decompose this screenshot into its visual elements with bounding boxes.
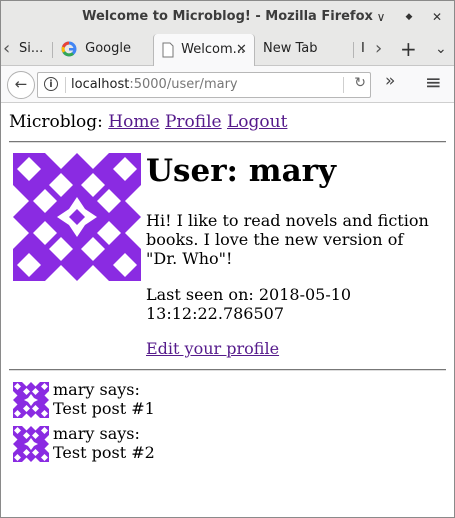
last-seen-text: Last seen on: 2018-05-10 13:12:22.786507	[146, 285, 352, 323]
post-body: Test post #2	[53, 443, 155, 462]
url-path: :5000/user/mary	[129, 77, 238, 92]
tab-list-icon[interactable]: ⌄	[435, 33, 447, 65]
edit-profile-link[interactable]: Edit your profile	[146, 339, 279, 358]
url-host: localhost	[71, 77, 130, 92]
google-icon	[61, 41, 77, 56]
maximize-icon[interactable]: ◆	[401, 9, 417, 25]
tab-scroll-right-icon[interactable]: ›	[375, 33, 387, 65]
tab-partial[interactable]: I	[361, 33, 369, 65]
close-tab-icon[interactable]: ✕	[236, 34, 247, 66]
title-bar: Welcome to Microblog! - Mozilla Firefox …	[1, 1, 454, 33]
site-info-icon[interactable]: i	[44, 77, 58, 91]
brand-label: Microblog:	[9, 112, 103, 132]
minimize-icon[interactable]: ∨	[373, 9, 389, 25]
page-content: Microblog: Home Profile Logout User: mar…	[1, 103, 454, 517]
new-tab-icon[interactable]: +	[400, 33, 416, 65]
back-button[interactable]: ←	[7, 71, 35, 99]
user-avatar	[13, 153, 141, 281]
tab-label: Si...	[19, 41, 44, 56]
tab-label: I	[361, 41, 365, 56]
post-avatar	[13, 426, 49, 462]
hamburger-menu-icon[interactable]: ≡	[425, 70, 442, 94]
divider	[9, 141, 446, 143]
close-window-icon[interactable]: ✕	[429, 9, 445, 25]
tab-bar: ‹ Si... Google Welcom... ✕ New Tab I › +…	[1, 33, 454, 66]
divider	[9, 369, 446, 371]
url-separator	[65, 77, 66, 93]
post-text: mary says: Test post #1	[53, 380, 155, 418]
tab-separator	[353, 42, 354, 58]
nav-home-link[interactable]: Home	[108, 112, 159, 132]
tab-scroll-left-icon[interactable]: ‹	[3, 33, 17, 65]
overflow-icon[interactable]: »	[385, 71, 395, 91]
tab-new-tab[interactable]: New Tab	[263, 33, 343, 65]
tab-label: Google	[85, 41, 131, 56]
tab-welcome[interactable]: Welcom... ✕	[153, 34, 255, 66]
post-author: mary says:	[53, 424, 140, 443]
browser-window: Welcome to Microblog! - Mozilla Firefox …	[0, 0, 455, 518]
nav-logout-link[interactable]: Logout	[227, 112, 287, 132]
tab-label: New Tab	[263, 41, 318, 56]
document-icon	[162, 42, 174, 57]
tab-separator	[52, 42, 53, 58]
reload-separator	[343, 77, 344, 93]
about-me-text: Hi! I like to read novels and fiction bo…	[146, 211, 429, 268]
post-avatar	[13, 382, 49, 418]
post-text: mary says: Test post #2	[53, 424, 155, 462]
user-heading: User: mary	[146, 153, 337, 189]
reload-icon[interactable]: ↻	[354, 75, 366, 91]
tab-pinned[interactable]: Si...	[19, 33, 49, 65]
nav-bar: ← i localhost:5000/user/mary ↻ » ≡	[1, 66, 454, 103]
url-text[interactable]: localhost:5000/user/mary	[71, 77, 238, 92]
top-nav: Microblog: Home Profile Logout	[9, 112, 287, 132]
tab-google[interactable]: Google	[61, 33, 151, 65]
nav-profile-link[interactable]: Profile	[165, 112, 222, 132]
post-author: mary says:	[53, 380, 140, 399]
post-body: Test post #1	[53, 399, 155, 418]
url-bar[interactable]: i localhost:5000/user/mary ↻	[37, 72, 371, 98]
